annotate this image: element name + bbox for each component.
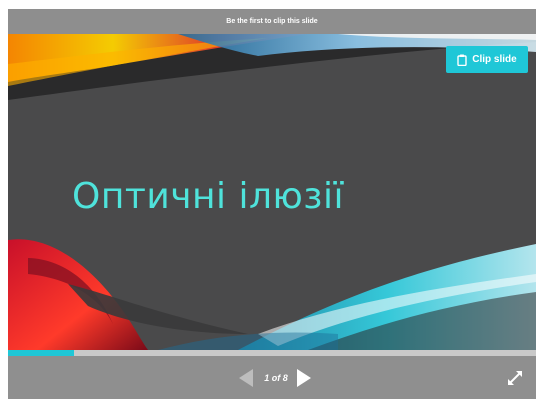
clip-banner-text: Be the first to clip this slide: [226, 18, 318, 25]
previous-slide-button[interactable]: [238, 369, 254, 387]
slide-controls: 1 of 8: [8, 356, 536, 399]
page-counter: 1 of 8: [264, 373, 288, 383]
next-slide-button[interactable]: [296, 369, 312, 387]
triangle-left-icon: [238, 369, 254, 391]
clip-slide-button[interactable]: Clip slide: [446, 46, 528, 73]
clip-banner: Be the first to clip this slide: [8, 9, 536, 34]
slide-title: Оптичні ілюзії: [72, 176, 344, 217]
clipboard-icon: [457, 54, 467, 66]
expand-arrows-icon: [507, 371, 523, 390]
fullscreen-button[interactable]: [507, 370, 523, 386]
triangle-right-icon: [296, 369, 312, 391]
clip-slide-label: Clip slide: [472, 54, 517, 65]
slide-view: Оптичні ілюзії Clip slide: [8, 34, 536, 350]
